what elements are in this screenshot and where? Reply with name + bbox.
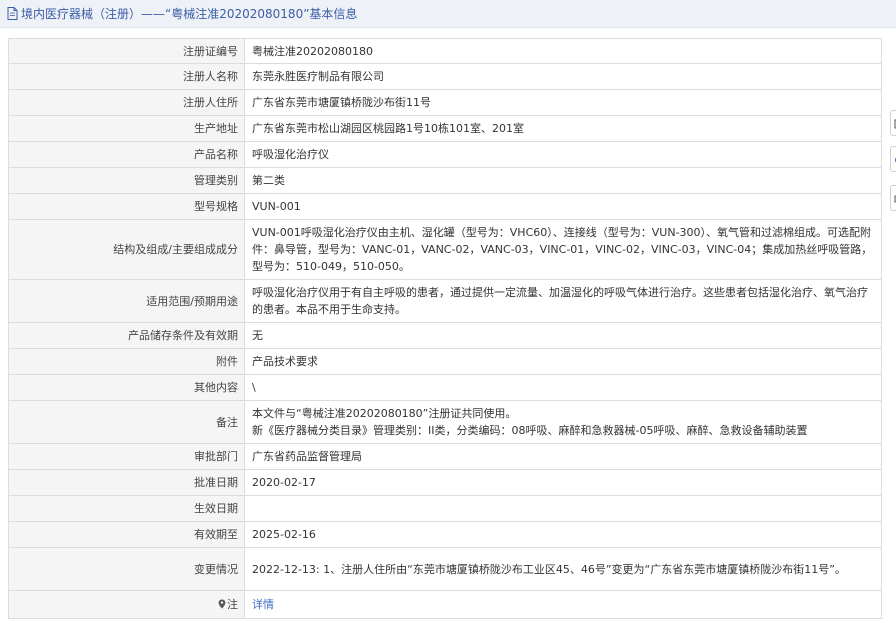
remark-line: 本文件与“粤械注准20202080180”注册证共同使用。 bbox=[252, 407, 517, 420]
table-row: 生产地址 广东省东莞市松山湖园区桃园路1号10栋101室、201室 bbox=[8, 115, 882, 142]
field-value: 无 bbox=[244, 322, 882, 349]
field-label: 有效期至 bbox=[8, 521, 245, 548]
field-value: 呼吸湿化治疗仪用于有自主呼吸的患者，通过提供一定流量、加温湿化的呼吸气体进行治疗… bbox=[244, 279, 882, 323]
field-label: 批准日期 bbox=[8, 469, 245, 496]
table-row: 管理类别 第二类 bbox=[8, 167, 882, 194]
field-label: 结构及组成/主要组成成分 bbox=[8, 219, 245, 280]
field-value: VUN-001 bbox=[244, 193, 882, 220]
field-value: 本文件与“粤械注准20202080180”注册证共同使用。 新《医疗器械分类目录… bbox=[244, 400, 882, 444]
field-label: 注册人住所 bbox=[8, 89, 245, 116]
table-row: 产品储存条件及有效期 无 bbox=[8, 322, 882, 349]
table-row: 注册人住所 广东省东莞市塘厦镇桥陇沙布街11号 bbox=[8, 89, 882, 116]
edge-tab-2[interactable] bbox=[890, 146, 896, 172]
table-row: 型号规格 VUN-001 bbox=[8, 193, 882, 220]
table-row: 其他内容 \ bbox=[8, 374, 882, 401]
field-value bbox=[244, 495, 882, 522]
note-label-text: 注 bbox=[227, 598, 238, 611]
table-row: 变更情况 2022-12-13: 1、注册人住所由“东莞市塘厦镇桥陇沙布工业区4… bbox=[8, 547, 882, 591]
table-row: 注 详情 bbox=[8, 590, 882, 619]
table-row: 生效日期 bbox=[8, 495, 882, 522]
field-value: 东莞永胜医疗制品有限公司 bbox=[244, 63, 882, 90]
field-label: 其他内容 bbox=[8, 374, 245, 401]
field-label: 产品名称 bbox=[8, 141, 245, 168]
field-label: 审批部门 bbox=[8, 443, 245, 470]
document-icon bbox=[7, 7, 18, 20]
field-label: 变更情况 bbox=[8, 547, 245, 591]
table-row: 审批部门 广东省药品监督管理局 bbox=[8, 443, 882, 470]
field-label: 适用范围/预期用途 bbox=[8, 279, 245, 323]
details-link[interactable]: 详情 bbox=[252, 598, 274, 611]
field-value: 第二类 bbox=[244, 167, 882, 194]
edge-tab-3[interactable] bbox=[890, 185, 896, 211]
table-row: 注册人名称 东莞永胜医疗制品有限公司 bbox=[8, 63, 882, 90]
table-row: 批准日期 2020-02-17 bbox=[8, 469, 882, 496]
table-row: 有效期至 2025-02-16 bbox=[8, 521, 882, 548]
field-label: 附件 bbox=[8, 348, 245, 375]
page-header: 境内医疗器械（注册）——“粤械注准20202080180”基本信息 bbox=[0, 0, 896, 28]
field-value: 详情 bbox=[244, 590, 882, 619]
note-label: 注 bbox=[8, 590, 245, 619]
field-value: 广东省药品监督管理局 bbox=[244, 443, 882, 470]
info-table: 注册证编号 粤械注准20202080180 注册人名称 东莞永胜医疗制品有限公司… bbox=[8, 38, 882, 619]
field-value: 呼吸湿化治疗仪 bbox=[244, 141, 882, 168]
field-value: VUN-001呼吸湿化治疗仪由主机、湿化罐（型号为：VHC60）、连接线（型号为… bbox=[244, 219, 882, 280]
field-label: 注册证编号 bbox=[8, 38, 245, 64]
field-label: 注册人名称 bbox=[8, 63, 245, 90]
table-row: 适用范围/预期用途 呼吸湿化治疗仪用于有自主呼吸的患者，通过提供一定流量、加温湿… bbox=[8, 279, 882, 323]
field-label: 生产地址 bbox=[8, 115, 245, 142]
page-title: 境内医疗器械（注册）——“粤械注准20202080180”基本信息 bbox=[21, 7, 358, 21]
field-label: 管理类别 bbox=[8, 167, 245, 194]
field-value: 粤械注准20202080180 bbox=[244, 38, 882, 64]
field-label: 产品储存条件及有效期 bbox=[8, 322, 245, 349]
field-label: 生效日期 bbox=[8, 495, 245, 522]
field-label: 备注 bbox=[8, 400, 245, 444]
field-value: \ bbox=[244, 374, 882, 401]
field-value: 2022-12-13: 1、注册人住所由“东莞市塘厦镇桥陇沙布工业区45、46号… bbox=[244, 547, 882, 591]
table-row: 备注 本文件与“粤械注准20202080180”注册证共同使用。 新《医疗器械分… bbox=[8, 400, 882, 444]
field-value: 2020-02-17 bbox=[244, 469, 882, 496]
table-row: 产品名称 呼吸湿化治疗仪 bbox=[8, 141, 882, 168]
table-row: 注册证编号 粤械注准20202080180 bbox=[8, 38, 882, 64]
field-value: 广东省东莞市塘厦镇桥陇沙布街11号 bbox=[244, 89, 882, 116]
table-row: 结构及组成/主要组成成分 VUN-001呼吸湿化治疗仪由主机、湿化罐（型号为：V… bbox=[8, 219, 882, 280]
field-value: 2025-02-16 bbox=[244, 521, 882, 548]
field-label: 型号规格 bbox=[8, 193, 245, 220]
location-pin-icon bbox=[218, 597, 226, 609]
field-value: 广东省东莞市松山湖园区桃园路1号10栋101室、201室 bbox=[244, 115, 882, 142]
table-row: 附件 产品技术要求 bbox=[8, 348, 882, 375]
field-value: 产品技术要求 bbox=[244, 348, 882, 375]
edge-tab-1[interactable] bbox=[890, 110, 896, 136]
remark-line: 新《医疗器械分类目录》管理类别：II类，分类编码：08呼吸、麻醉和急救器械-05… bbox=[252, 424, 808, 437]
